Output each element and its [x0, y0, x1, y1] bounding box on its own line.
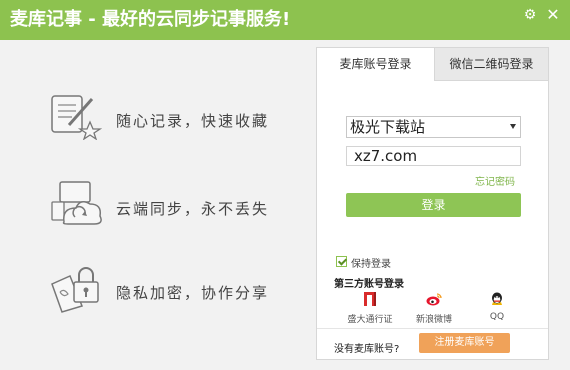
no-account-text: 没有麦库账号? — [334, 344, 400, 355]
chevron-down-icon[interactable] — [510, 124, 516, 129]
lock-share-icon — [51, 267, 99, 313]
weibo-label: 新浪微博 — [415, 315, 452, 325]
cloud-sync-icon — [51, 181, 102, 225]
weibo-login[interactable]: 新浪微博 — [404, 292, 464, 325]
account-select[interactable]: 极光下载站 — [346, 116, 521, 138]
note-edit-icon — [51, 95, 102, 140]
weibo-icon — [426, 293, 442, 306]
password-field[interactable] — [346, 146, 521, 166]
qq-login[interactable]: QQ — [467, 292, 527, 324]
feature-privacy-text: 隐私加密，协作分享 — [116, 284, 270, 302]
tab-wechat-qr-login[interactable]: 微信二维码登录 — [434, 48, 548, 81]
remember-checkbox[interactable] — [336, 256, 347, 267]
shanda-icon — [364, 292, 376, 306]
login-button[interactable]: 登录 — [346, 193, 521, 217]
third-party-title: 第三方账号登录 — [334, 279, 404, 290]
login-panel: 麦库账号登录 微信二维码登录 极光下载站 忘记密码 登录 保持登录 第三方账号登… — [316, 47, 549, 360]
title-bar: 麦库记事 - 最好的云同步记事服务! ⚙ ✕ — [0, 0, 570, 40]
qq-icon — [492, 292, 502, 305]
remember-label: 保持登录 — [351, 259, 391, 270]
settings-gear-icon[interactable]: ⚙ — [521, 6, 539, 24]
shanda-label: 盛大通行证 — [347, 315, 393, 325]
tab-account-login[interactable]: 麦库账号登录 — [317, 48, 434, 81]
feature-sync-text: 云端同步，永不丢失 — [116, 200, 270, 218]
account-select-value: 极光下载站 — [350, 118, 426, 136]
shanda-login[interactable]: 盛大通行证 — [340, 292, 400, 325]
divider — [317, 328, 548, 329]
register-button[interactable]: 注册麦库账号 — [419, 333, 510, 353]
qq-label: QQ — [489, 312, 505, 322]
forgot-password-link[interactable]: 忘记密码 — [475, 173, 515, 188]
feature-record: 随心记录，快速收藏 — [40, 92, 310, 152]
feature-privacy: 隐私加密，协作分享 — [40, 264, 310, 324]
feature-sync: 云端同步，永不丢失 — [40, 180, 310, 240]
window-title: 麦库记事 - 最好的云同步记事服务! — [10, 9, 291, 30]
feature-record-text: 随心记录，快速收藏 — [116, 112, 270, 130]
close-icon[interactable]: ✕ — [544, 6, 562, 24]
